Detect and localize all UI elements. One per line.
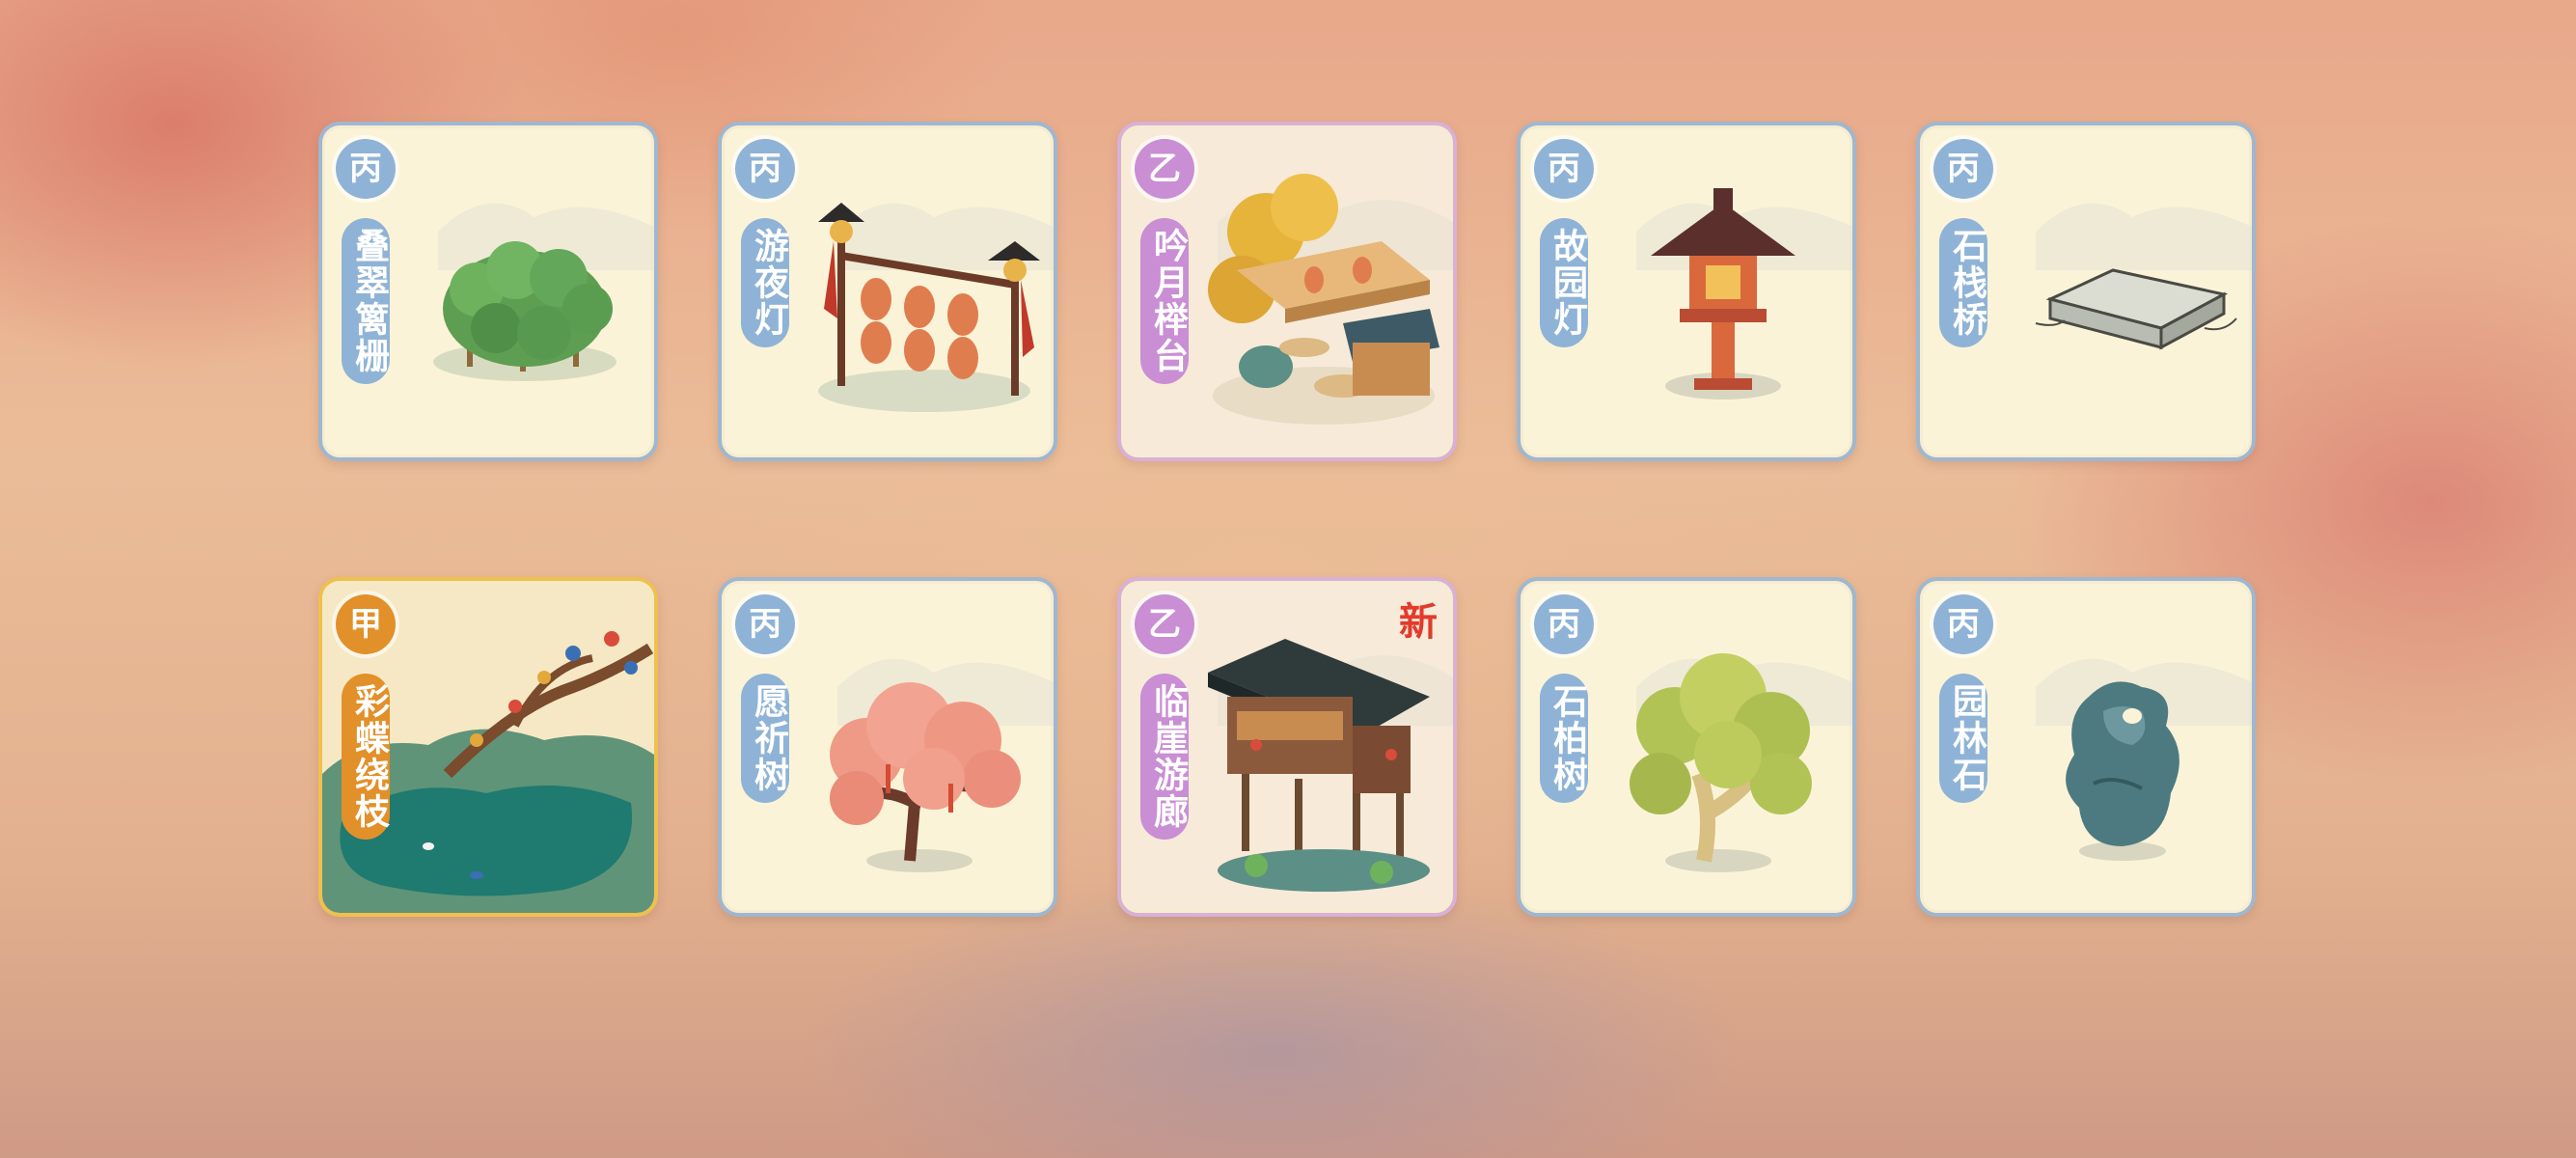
item-card-butterfly-branch[interactable]: 甲 彩蝶绕枝 <box>318 577 658 917</box>
item-name: 园林石 <box>1939 674 1987 803</box>
item-name: 彩蝶绕枝 <box>342 674 390 840</box>
tier-badge: 丙 <box>336 139 396 199</box>
item-card-stone-lantern[interactable]: 丙 故园灯 <box>1517 122 1856 461</box>
item-grid: 丙 叠翠篱栅 丙 游夜灯 乙 吟月榉台 丙 故园灯 丙 石栈桥 甲 彩蝶绕枝 丙… <box>318 122 2256 917</box>
item-card-stone-bridge[interactable]: 丙 石栈桥 <box>1916 122 2256 461</box>
item-name: 石柏树 <box>1540 674 1588 803</box>
tier-badge: 丙 <box>1534 139 1594 199</box>
item-card-hedge-fence[interactable]: 丙 叠翠篱栅 <box>318 122 658 461</box>
tier-badge: 甲 <box>336 594 396 654</box>
tier-badge: 乙 <box>1135 139 1194 199</box>
item-name: 故园灯 <box>1540 218 1588 347</box>
item-card-moon-terrace[interactable]: 乙 吟月榉台 <box>1117 122 1457 461</box>
item-name: 吟月榉台 <box>1140 218 1189 384</box>
item-name: 游夜灯 <box>741 218 789 347</box>
item-card-night-lantern[interactable]: 丙 游夜灯 <box>718 122 1057 461</box>
cypress-tree-icon <box>1630 653 1812 872</box>
tier-badge: 丙 <box>1933 594 1993 654</box>
tier-badge: 乙 <box>1135 594 1194 654</box>
garden-rock-icon <box>2066 681 2179 861</box>
tier-badge: 丙 <box>735 139 795 199</box>
cliff-corridor-icon <box>1208 639 1430 892</box>
moon-terrace-icon <box>1208 174 1439 425</box>
item-name: 叠翠篱栅 <box>342 218 390 384</box>
tier-badge: 丙 <box>1534 594 1594 654</box>
item-card-cliff-corridor[interactable]: 乙 临崖游廊 新 <box>1117 577 1457 917</box>
tier-badge: 丙 <box>735 594 795 654</box>
hedge-fence-icon <box>433 241 617 381</box>
item-card-cypress-tree[interactable]: 丙 石柏树 <box>1517 577 1856 917</box>
item-card-wishing-tree[interactable]: 丙 愿祈树 <box>718 577 1057 917</box>
stone-bridge-icon <box>2035 268 2237 350</box>
item-name: 愿祈树 <box>741 674 789 803</box>
night-lantern-rack-icon <box>818 203 1040 412</box>
item-card-garden-rock[interactable]: 丙 园林石 <box>1916 577 2256 917</box>
tier-badge: 丙 <box>1933 139 1993 199</box>
wishing-tree-icon <box>830 682 1021 872</box>
item-name: 石栈桥 <box>1939 218 1987 347</box>
item-name: 临崖游廊 <box>1140 674 1189 840</box>
stone-lantern-icon <box>1651 188 1795 400</box>
